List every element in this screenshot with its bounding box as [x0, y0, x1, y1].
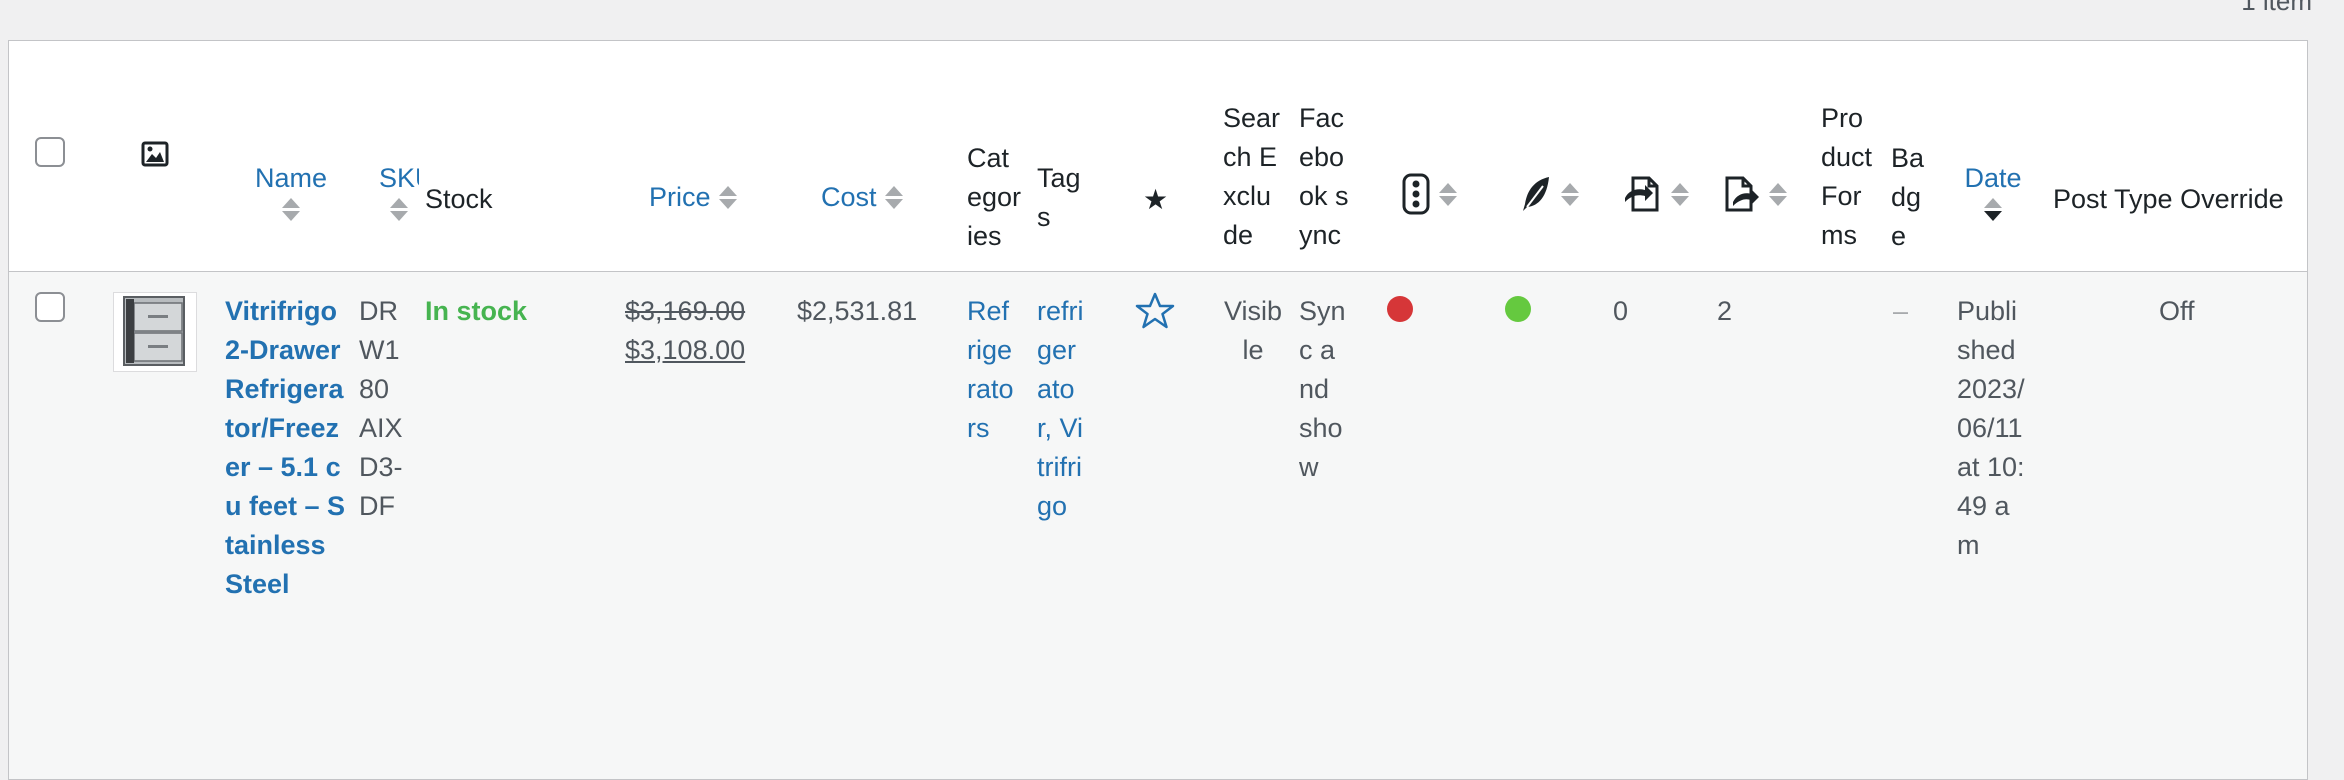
- sale-price: $3,108.00: [625, 335, 746, 365]
- post-type-override-value: Off: [2159, 296, 2195, 326]
- tags-header-label: Tags: [1037, 163, 1081, 232]
- traffic-light-icon: [1402, 173, 1430, 215]
- status-dot-green: [1505, 296, 1531, 322]
- facebook-sync-column-header: Facebook sync: [1299, 99, 1359, 255]
- table-row: Vitrifrigo 2-Drawer Refrigerator/Freezer…: [9, 272, 2307, 779]
- image-icon: [141, 141, 169, 167]
- status-a-column-header[interactable]: [1401, 169, 1457, 219]
- product-forms-header-label: Product Forms: [1821, 103, 1873, 250]
- post-type-override-header-label: Post Type Override: [2053, 183, 2284, 214]
- badge-value: –: [1893, 296, 1909, 326]
- name-column-header[interactable]: Name: [241, 159, 341, 221]
- name-header-label: Name: [254, 163, 328, 193]
- categories-header-label: Categories: [967, 143, 1022, 251]
- search-exclude-column-header: Search Exclude: [1223, 99, 1283, 255]
- cost-header-label: Cost: [821, 181, 877, 212]
- categories-column-header: Categories: [967, 139, 1023, 256]
- sku-column-header[interactable]: SKU: [371, 159, 427, 237]
- product-thumbnail[interactable]: [113, 292, 197, 372]
- cost-column-header[interactable]: Cost: [821, 177, 903, 217]
- regular-price: $3,169.00: [625, 296, 746, 326]
- count-d-sort-arrows[interactable]: [1769, 182, 1787, 206]
- count-c-value: 0: [1613, 296, 1629, 326]
- price-column-header[interactable]: Price: [649, 177, 737, 217]
- featured-toggle[interactable]: [1135, 292, 1175, 341]
- stock-header-label: Stock: [425, 183, 493, 214]
- image-column-header: [141, 129, 169, 179]
- status-b-column-header[interactable]: [1519, 169, 1579, 219]
- stock-column-header: Stock: [425, 179, 493, 219]
- count-c-sort-arrows[interactable]: [1671, 182, 1689, 206]
- tags-column-header: Tags: [1037, 159, 1093, 237]
- publish-date: Published 2023/06/11 at 10:49 am: [1957, 296, 2025, 560]
- product-sku: DRW180AIXD3-DF: [359, 296, 403, 521]
- count-d-column-header[interactable]: [1721, 169, 1787, 219]
- sku-sort-arrows[interactable]: [390, 198, 408, 221]
- feather-icon: [1523, 177, 1549, 211]
- post-type-override-column-header: Post Type Override: [2053, 179, 2284, 219]
- product-cost: $2,531.81: [797, 296, 918, 326]
- sku-header-label: SKU: [379, 163, 419, 193]
- name-sort-arrows[interactable]: [282, 198, 300, 221]
- refrigerator-image: [123, 296, 185, 366]
- product-forms-column-header: Product Forms: [1821, 99, 1875, 255]
- date-header-label: Date: [1964, 163, 2022, 193]
- item-count: 1 item: [2241, 0, 2312, 16]
- badge-header-label: Badge: [1891, 143, 1925, 251]
- search-exclude-value: Visible: [1223, 296, 1283, 365]
- product-name-link[interactable]: Vitrifrigo 2-Drawer Refrigerator/Freezer…: [225, 292, 347, 604]
- featured-column-header[interactable]: ★: [1143, 179, 1168, 219]
- select-all-checkbox[interactable]: [35, 137, 65, 167]
- status-b-sort-arrows[interactable]: [1561, 182, 1579, 206]
- count-c-column-header[interactable]: [1623, 169, 1689, 219]
- stock-status: In stock: [425, 296, 528, 326]
- cost-sort-arrows[interactable]: [884, 185, 903, 209]
- date-sort-arrows[interactable]: [1984, 198, 2002, 221]
- products-table: Name SKU Stock Price Cost Categories Tag…: [8, 40, 2308, 780]
- search-exclude-header-label: Search Exclude: [1223, 103, 1281, 250]
- badge-column-header: Badge: [1891, 139, 1929, 256]
- price-header-label: Price: [649, 181, 711, 212]
- doc-inbound-icon: [1625, 176, 1659, 212]
- status-a-sort-arrows[interactable]: [1439, 182, 1457, 206]
- category-link[interactable]: Refrigerators: [967, 292, 1017, 448]
- star-filled-icon: ★: [1143, 183, 1169, 215]
- count-d-value: 2: [1717, 296, 1733, 326]
- product-price: $3,169.00 $3,108.00: [625, 292, 755, 370]
- row-select-checkbox[interactable]: [35, 292, 65, 322]
- doc-outbound-icon: [1725, 176, 1759, 212]
- status-dot-red: [1387, 296, 1413, 322]
- facebook-sync-header-label: Facebook sync: [1299, 103, 1349, 250]
- price-sort-arrows[interactable]: [718, 185, 737, 209]
- facebook-sync-value: Sync and show: [1299, 296, 1346, 482]
- star-outline-icon: [1135, 292, 1175, 329]
- date-column-header[interactable]: Date: [1963, 159, 2023, 221]
- tag-links[interactable]: refrigerator, Vitrifrigo: [1037, 292, 1087, 526]
- table-header: Name SKU Stock Price Cost Categories Tag…: [9, 41, 2307, 272]
